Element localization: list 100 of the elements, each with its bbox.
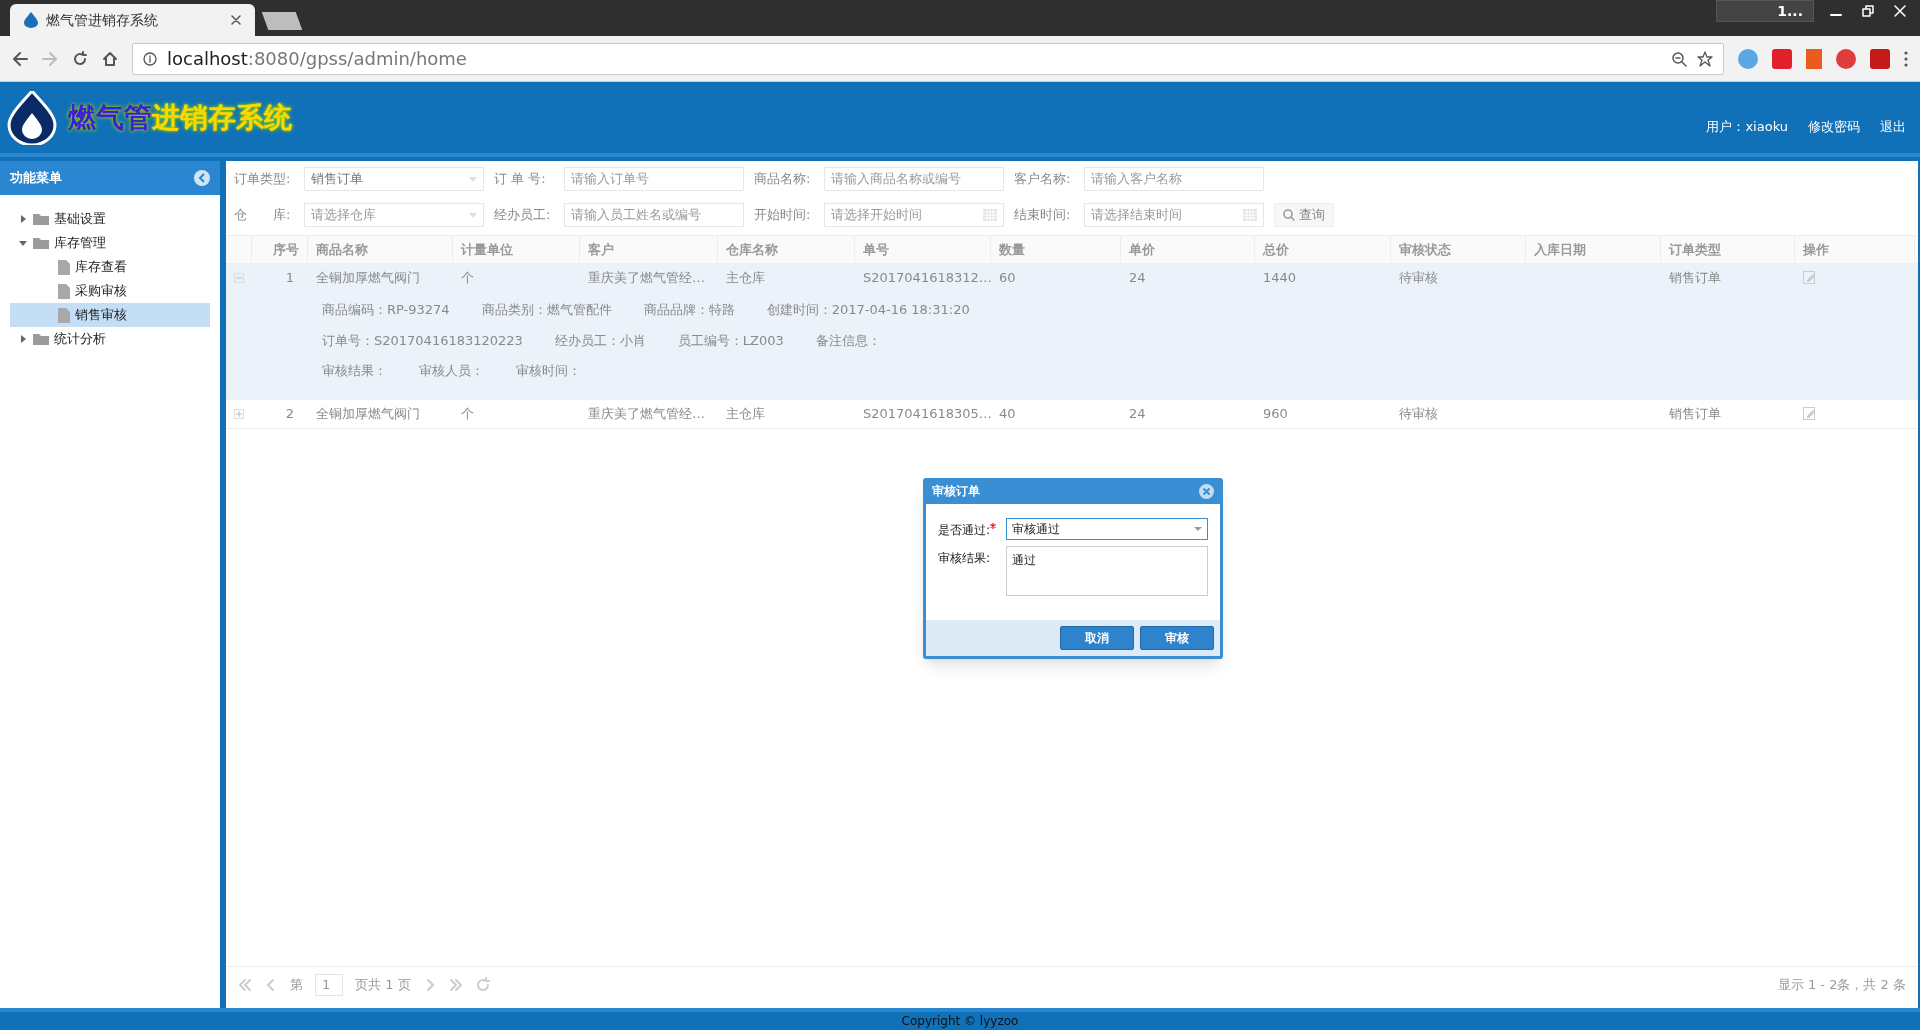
menu-icon[interactable] [1904, 50, 1908, 67]
dialog-title: 审核订单 [932, 483, 981, 500]
required-mark-icon [990, 523, 997, 529]
table-cell-text: 销售订单 [1668, 269, 1722, 288]
extension-icon[interactable] [1738, 48, 1758, 69]
detail-text: 审核结果： [322, 362, 387, 380]
input-field[interactable]: 请输入商品名称或编号 [824, 167, 1004, 191]
select-field[interactable]: 请选择仓库 [304, 203, 484, 227]
dialog-button[interactable]: 取消 [1060, 626, 1134, 650]
select-field[interactable]: 销售订单 [304, 167, 484, 191]
star-icon[interactable] [1697, 50, 1713, 67]
filter-label: 仓 库: [234, 206, 292, 225]
detail-text: 商品编码：RP-93274 [322, 301, 450, 319]
filter-label: 订单类型: [234, 170, 292, 189]
profile-button[interactable]: 1... [1716, 0, 1814, 22]
date-field[interactable]: 请选择结束时间 [1084, 203, 1264, 227]
detail-text: 创建时间：2017-04-16 18:31:20 [766, 301, 970, 319]
url-text: localhost:8080/gpss/admin/home [167, 47, 468, 71]
table-cell-text: 24 [1128, 404, 1147, 423]
column-header: 操作 [1795, 236, 1915, 263]
column-header: 入库日期 [1526, 236, 1661, 263]
file-icon [58, 283, 70, 299]
detail-text: 订单号：S20170416183120223 [322, 331, 523, 350]
filter-label: 结束时间: [1014, 206, 1072, 225]
column-header: 单号 [855, 236, 991, 263]
column-header: 数量 [991, 236, 1121, 263]
table-cell-text: 重庆美了燃气管经… [587, 269, 706, 288]
new-tab-button[interactable] [261, 12, 303, 30]
extension-icon[interactable] [1772, 48, 1792, 69]
calendar-icon [983, 209, 997, 221]
tree-item[interactable]: 库存查看 [10, 255, 210, 279]
header-link[interactable]: 退出 [1880, 116, 1906, 137]
app-title: 燃气管进销存系统 [68, 99, 292, 136]
home-icon[interactable] [102, 50, 118, 67]
folder-icon [33, 237, 49, 249]
table-cell-text: 全铜加厚燃气阀门 [315, 269, 421, 288]
search-button[interactable]: 查询 [1274, 203, 1334, 227]
user-label: 用户：xiaoku [1706, 117, 1788, 136]
folder-icon [33, 333, 49, 345]
table-cell-text: 主仓库 [725, 269, 766, 288]
caret-icon [1194, 527, 1202, 531]
tree-item[interactable]: 基础设置 [10, 207, 210, 231]
info-icon [143, 51, 157, 66]
filter-label: 客户名称: [1014, 170, 1072, 189]
header-link[interactable]: 修改密码 [1808, 116, 1860, 137]
column-header: 计量单位 [453, 236, 580, 263]
tree-item[interactable]: 库存管理 [10, 231, 210, 255]
tree-label: 统计分析 [54, 330, 106, 349]
tree-label: 库存管理 [54, 234, 106, 253]
filter-label: 开始时间: [754, 206, 812, 225]
dialog-field-label: 是否通过: [938, 518, 1006, 539]
restore-icon[interactable] [1862, 5, 1874, 17]
back-icon[interactable] [12, 50, 28, 67]
extension-icon[interactable] [1870, 48, 1890, 69]
tree-label: 采购审核 [75, 282, 127, 301]
detail-text: 经办员工：小肖 [554, 331, 646, 350]
extension-icon[interactable] [1836, 48, 1856, 69]
date-field[interactable]: 请选择开始时间 [824, 203, 1004, 227]
extension-icon[interactable] [1806, 48, 1822, 69]
table-cell-text: S2017041618305… [862, 404, 991, 423]
caret-icon [469, 212, 477, 218]
column-header: 订单类型 [1661, 236, 1795, 263]
tree-item[interactable]: 采购审核 [10, 279, 210, 303]
collapse-icon[interactable] [194, 170, 210, 186]
expand-icon[interactable] [18, 214, 28, 224]
flame-icon [24, 12, 38, 28]
calendar-icon [1243, 209, 1257, 221]
table-cell-text: 960 [1262, 404, 1289, 423]
table-cell-text: 24 [1128, 269, 1147, 288]
input-field[interactable]: 请输入员工姓名或编号 [564, 203, 744, 227]
tree-item[interactable]: 销售审核 [10, 303, 210, 327]
filter-label: 商品名称: [754, 170, 812, 189]
table-cell-text: 待审核 [1398, 404, 1439, 423]
expand-icon[interactable] [18, 238, 28, 248]
filter-label: 经办员工: [494, 206, 552, 225]
dialog-button[interactable]: 审核 [1140, 626, 1214, 650]
page-field[interactable]: 1 [315, 973, 343, 996]
table-cell-text: 销售订单 [1668, 404, 1722, 423]
zoom-icon[interactable] [1671, 50, 1687, 67]
table-cell-text: 60 [998, 269, 1017, 288]
close-icon[interactable] [231, 15, 241, 25]
table-cell-text: 个 [460, 269, 475, 288]
tab-title: 燃气管进销存系统 [46, 10, 159, 30]
search-icon [1283, 209, 1295, 221]
select-field[interactable]: 审核通过 [1006, 518, 1208, 540]
table-cell-text: 40 [998, 404, 1017, 423]
table-cell-text: 重庆美了燃气管经… [587, 404, 706, 423]
textarea-field[interactable]: 通过 [1006, 546, 1208, 596]
browser-tab[interactable]: 燃气管进销存系统 [10, 4, 255, 36]
input-field[interactable]: 请输入客户名称 [1084, 167, 1264, 191]
reload-icon[interactable] [72, 50, 88, 67]
tree-item[interactable]: 统计分析 [10, 327, 210, 351]
copyright-text: Copyright © lyyzoo [901, 1013, 1019, 1030]
column-header: 审核状态 [1391, 236, 1526, 263]
input-field[interactable]: 请输入订单号 [564, 167, 744, 191]
caret-icon [469, 176, 477, 182]
expand-icon[interactable] [18, 334, 28, 344]
filter-label: 订 单 号: [494, 170, 547, 189]
table-cell-text: 2 [284, 404, 295, 423]
address-field[interactable]: localhost:8080/gpss/admin/home [132, 42, 1724, 75]
